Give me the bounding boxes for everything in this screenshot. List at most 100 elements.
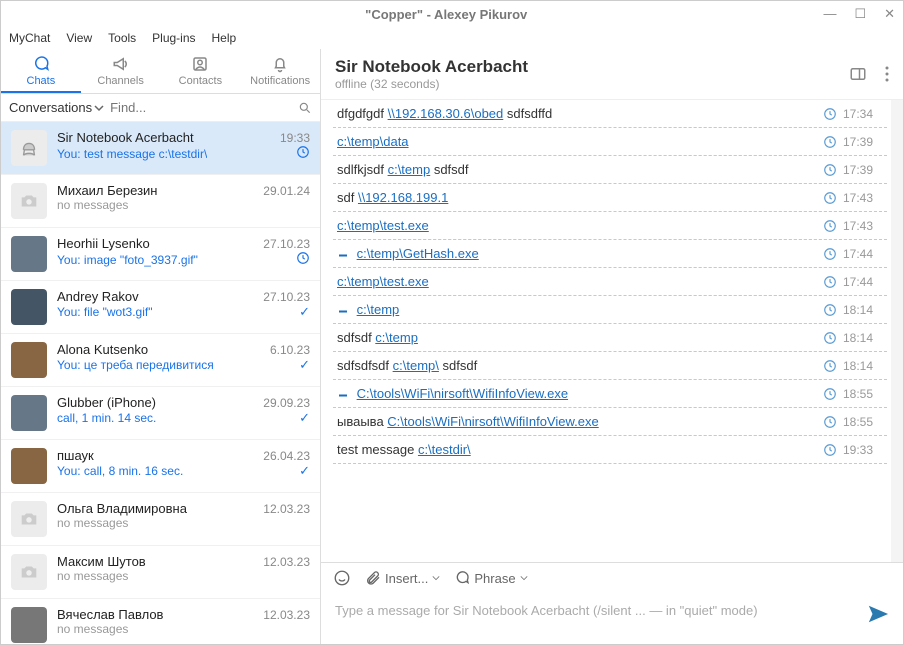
download-icon	[337, 246, 349, 261]
clock-icon	[823, 443, 837, 457]
path-link[interactable]: c:\temp\data	[337, 134, 409, 149]
clock-icon	[823, 191, 837, 205]
message-time: 17:44	[843, 247, 873, 261]
chat-item[interactable]: Sir Notebook Acerbacht19:33You: test mes…	[1, 122, 320, 175]
message-row: sdfsdfsdf c:\temp\ sdfsdf 18:14	[333, 351, 887, 380]
message-time: 18:14	[843, 331, 873, 345]
check-icon: ✓	[299, 463, 310, 478]
chat-item[interactable]: Михаил Березин29.01.24no messages	[1, 175, 320, 228]
tabbar: Chats Channels Contacts Notifications	[1, 49, 320, 94]
message-text: C:\tools\WiFi\nirsoft\WifiInfoView.exe	[333, 380, 823, 407]
avatar	[11, 342, 47, 378]
send-button[interactable]	[867, 603, 889, 628]
path-link[interactable]: c:\temp	[375, 330, 418, 345]
more-icon[interactable]	[885, 65, 889, 83]
message-text: sdfsdfsdf c:\temp\ sdfsdf	[333, 352, 823, 379]
clock-icon	[823, 415, 837, 429]
clock-icon	[823, 163, 837, 177]
chat-list[interactable]: Sir Notebook Acerbacht19:33You: test mes…	[1, 122, 320, 644]
message-row: c:\temp\test.exe17:43	[333, 211, 887, 240]
chat-item[interactable]: Alona Kutsenko 6.10.23 You: це треба перед…	[1, 334, 320, 387]
emoji-button[interactable]	[333, 569, 351, 587]
avatar	[11, 607, 47, 643]
message-text: c:\temp\GetHash.exe	[333, 240, 823, 267]
chat-name: Andrey Rakov	[57, 289, 139, 304]
chat-item[interactable]: Ольга Владимировна12.03.23no messages	[1, 493, 320, 546]
conversations-toggle[interactable]: Conversations	[9, 100, 104, 115]
message-time: 18:14	[843, 359, 873, 373]
download-icon	[337, 302, 349, 317]
chevron-down-icon	[94, 103, 104, 113]
message-text: test message c:\testdir\	[333, 436, 823, 463]
close-button[interactable]: ✕	[884, 6, 895, 22]
path-link[interactable]: C:\tools\WiFi\nirsoft\WifiInfoView.exe	[387, 414, 598, 429]
check-icon: ✓	[299, 304, 310, 319]
clock-icon	[823, 275, 837, 289]
panel-toggle-icon[interactable]	[849, 65, 867, 83]
clock-icon	[823, 107, 837, 121]
phrase-icon	[454, 570, 470, 586]
avatar	[11, 501, 47, 537]
path-link[interactable]: C:\tools\WiFi\nirsoft\WifiInfoView.exe	[357, 386, 568, 401]
message-list[interactable]: dfgdfgdf \\192.168.30.6\obed sdfsdffd17:…	[321, 100, 891, 562]
chat-preview: You: це треба передивитися	[57, 358, 214, 372]
tab-channels[interactable]: Channels	[81, 49, 161, 93]
clock-icon	[823, 331, 837, 345]
insert-button[interactable]: Insert...	[365, 570, 440, 586]
message-row: ываыва C:\tools\WiFi\nirsoft\WifiInfoVie…	[333, 407, 887, 436]
menu-plugins[interactable]: Plug-ins	[152, 31, 195, 45]
path-link[interactable]: c:\temp\	[393, 358, 439, 373]
scrollbar[interactable]	[891, 100, 903, 562]
message-time: 18:14	[843, 303, 873, 317]
tab-notifications[interactable]: Notifications	[240, 49, 320, 93]
smile-icon	[333, 569, 351, 587]
chat-date: 29.09.23	[263, 396, 310, 410]
chevron-down-icon	[432, 574, 440, 582]
left-pane: Chats Channels Contacts Notifications Co	[1, 49, 321, 644]
maximize-button[interactable]: ☐	[854, 6, 866, 22]
clock-icon	[823, 303, 837, 317]
tab-notifications-label: Notifications	[250, 75, 310, 87]
search-row: Conversations	[1, 94, 320, 122]
search-input[interactable]	[110, 100, 292, 115]
chat-item[interactable]: Heorhii Lysenko27.10.23You: image "foto_…	[1, 228, 320, 281]
menu-help[interactable]: Help	[212, 31, 237, 45]
message-time: 18:55	[843, 415, 873, 429]
chat-date: 6.10.23	[270, 343, 310, 357]
chat-item[interactable]: Glubber (iPhone)29.09.23call, 1 min. 14 …	[1, 387, 320, 440]
path-link[interactable]: \\192.168.199.1	[358, 190, 448, 205]
chat-item[interactable]: Вячеслав Павлов12.03.23no messages	[1, 599, 320, 644]
path-link[interactable]: c:\testdir\	[418, 442, 471, 457]
message-input[interactable]: Type a message for Sir Notebook Acerbach…	[335, 603, 867, 618]
chat-name: Alona Kutsenko	[57, 342, 148, 357]
minimize-button[interactable]: —	[823, 6, 836, 22]
message-text: sdlfkjsdf c:\temp sdfsdf	[333, 156, 823, 183]
chat-name: Heorhii Lysenko	[57, 236, 150, 251]
chat-preview: no messages	[57, 569, 128, 583]
chat-item[interactable]: Максим Шутов12.03.23no messages	[1, 546, 320, 599]
menu-tools[interactable]: Tools	[108, 31, 136, 45]
menu-mychat[interactable]: MyChat	[9, 31, 50, 45]
path-link[interactable]: c:\temp\GetHash.exe	[357, 246, 479, 261]
path-link[interactable]: c:\temp\test.exe	[337, 218, 429, 233]
path-link[interactable]: \\192.168.30.6\obed	[388, 106, 504, 121]
path-link[interactable]: c:\temp	[388, 162, 431, 177]
message-text: c:\temp	[333, 296, 823, 323]
message-text: c:\temp\data	[333, 128, 823, 155]
chat-name: пшаук	[57, 448, 94, 463]
tab-chats[interactable]: Chats	[1, 49, 81, 93]
path-link[interactable]: c:\temp	[357, 302, 400, 317]
path-link[interactable]: c:\temp\test.exe	[337, 274, 429, 289]
search-icon[interactable]	[298, 101, 312, 115]
phrase-button[interactable]: Phrase	[454, 570, 527, 586]
chats-icon	[31, 55, 51, 73]
clock-icon	[296, 145, 310, 159]
app-window: "Copper" - Alexey Pikurov — ☐ ✕ MyChat V…	[0, 0, 904, 645]
chat-item[interactable]: пшаук26.04.23You: call, 8 min. 16 sec.✓	[1, 440, 320, 493]
message-row: sdlfkjsdf c:\temp sdfsdf17:39	[333, 155, 887, 184]
menu-view[interactable]: View	[66, 31, 92, 45]
clock-icon	[823, 135, 837, 149]
message-time: 17:43	[843, 191, 873, 205]
tab-contacts[interactable]: Contacts	[161, 49, 241, 93]
chat-item[interactable]: Andrey Rakov27.10.23You: file "wot3.gif"…	[1, 281, 320, 334]
